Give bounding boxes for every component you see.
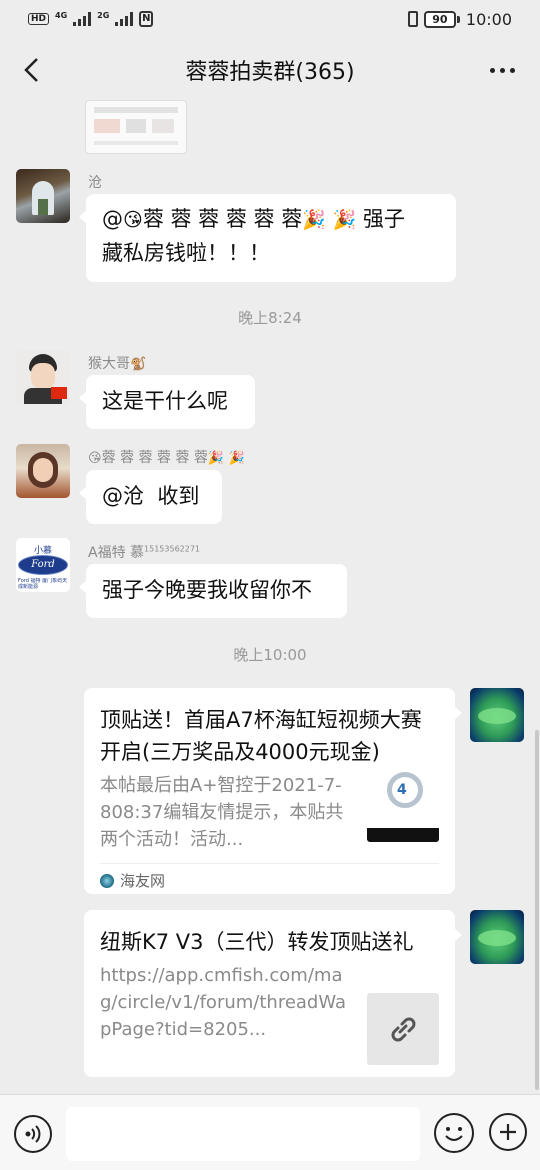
sender-name: 猴大哥🐒	[88, 356, 147, 372]
link-card[interactable]: 纽斯K7 V3（三代）转发顶贴送礼 https://app.cmfish.com…	[84, 910, 462, 1077]
message-text: 强子今晚要我收留你不	[102, 578, 312, 602]
nfc-icon: N	[139, 11, 154, 27]
chat-header: 蓉蓉拍卖群(365)	[0, 40, 540, 100]
avatar[interactable]	[16, 444, 70, 498]
chevron-left-icon	[24, 58, 38, 82]
avatar[interactable]	[16, 169, 70, 223]
image-message-thumbnail[interactable]	[85, 100, 187, 154]
group-title: 蓉蓉拍卖群(365)	[185, 60, 355, 85]
kiss-emoji-icon: 😘	[88, 451, 102, 466]
sender-name: 😘蓉 蓉 蓉 蓉 蓉 蓉🎉 🎉	[88, 450, 245, 466]
avatar[interactable]	[16, 350, 70, 404]
self-avatar[interactable]	[470, 910, 524, 964]
card-source-name: 海友网	[120, 872, 166, 890]
more-functions-button[interactable]	[489, 1113, 527, 1151]
card-source: 海友网	[100, 863, 439, 897]
card-title: 纽斯K7 V3（三代）转发顶贴送礼	[100, 930, 414, 954]
sim1-network-type: 4G	[55, 11, 68, 20]
message-text: @沧 收到	[102, 484, 200, 508]
emoji-button[interactable]	[434, 1113, 474, 1153]
message-text: @	[102, 207, 123, 231]
monkey-emoji-icon: 🐒	[130, 357, 147, 372]
link-card[interactable]: 顶贴送！首届A7杯海缸短视频大赛开启(三万奖品及4000元现金) 本帖最后由A+…	[84, 688, 462, 897]
message-text: 藏私房钱啦！！！	[102, 241, 270, 265]
self-avatar[interactable]	[470, 688, 524, 742]
sim2-signal-icon	[115, 12, 134, 26]
scrollbar[interactable]	[535, 730, 539, 1090]
avatar-sub-label: Ford 福特 厦门象屿天成新能源	[18, 578, 68, 590]
timestamp: 晚上8:24	[238, 309, 302, 327]
card-description: 本帖最后由A+智控于2021-7-808:37编辑友情提示，本贴共两个活动！活动…	[100, 775, 344, 850]
card-thumbnail: 4	[367, 770, 439, 842]
voice-input-button[interactable]	[14, 1115, 52, 1153]
card-description: https://app.cmfish.com/mag/circle/v1/for…	[100, 965, 347, 1040]
sender-name: A福特 慕15153562271	[88, 544, 201, 561]
mention-name: 蓉 蓉 蓉 蓉 蓉 蓉	[142, 207, 303, 231]
card-title: 顶贴送！首届A7杯海缸短视频大赛开启(三万奖品及4000元现金)	[100, 708, 422, 764]
voice-icon	[25, 1125, 41, 1143]
message-text: 这是干什么呢	[102, 389, 228, 413]
message-bubble[interactable]: 强子今晚要我收留你不	[79, 564, 347, 618]
message-text: 强子	[356, 207, 405, 231]
haiyou-logo-icon	[100, 873, 114, 888]
vibrate-icon	[407, 11, 418, 27]
message-bubble[interactable]: @沧 收到	[79, 470, 222, 524]
message-input[interactable]	[66, 1107, 420, 1161]
link-icon	[391, 1017, 416, 1042]
sender-suffix: 15153562271	[144, 544, 201, 554]
back-button[interactable]	[16, 54, 48, 86]
card-thumbnail	[367, 993, 439, 1065]
sender-name: 沧	[88, 175, 102, 191]
party-popper-icon: 🎉	[332, 209, 357, 231]
sim1-signal-icon	[73, 12, 92, 26]
sim2-network-type: 2G	[97, 11, 110, 20]
party-popper-icon: 🎉	[228, 451, 245, 466]
plus-icon	[500, 1124, 516, 1140]
battery-level: 90	[423, 10, 456, 28]
timestamp: 晚上10:00	[233, 646, 307, 664]
smiley-icon	[445, 1127, 463, 1141]
battery-icon: 90	[423, 10, 460, 28]
status-bar: HD 4G 2G N 90 10:00	[0, 0, 540, 38]
input-bar	[0, 1094, 540, 1170]
hd-indicator: HD	[28, 13, 50, 25]
ford-logo-icon: Ford	[18, 555, 68, 575]
kiss-emoji-icon: 😘	[123, 209, 143, 231]
message-bubble[interactable]: @😘蓉 蓉 蓉 蓉 蓉 蓉🎉 🎉 强子 藏私房钱啦！！！	[79, 194, 456, 282]
party-popper-icon: 🎉	[302, 209, 326, 231]
message-bubble[interactable]: 这是干什么呢	[79, 375, 255, 429]
party-popper-icon: 🎉	[207, 451, 225, 466]
more-options-button[interactable]	[484, 54, 520, 86]
avatar[interactable]: 小慕 Ford Ford 福特 厦门象屿天成新能源	[16, 538, 70, 592]
clock: 10:00	[465, 9, 512, 29]
